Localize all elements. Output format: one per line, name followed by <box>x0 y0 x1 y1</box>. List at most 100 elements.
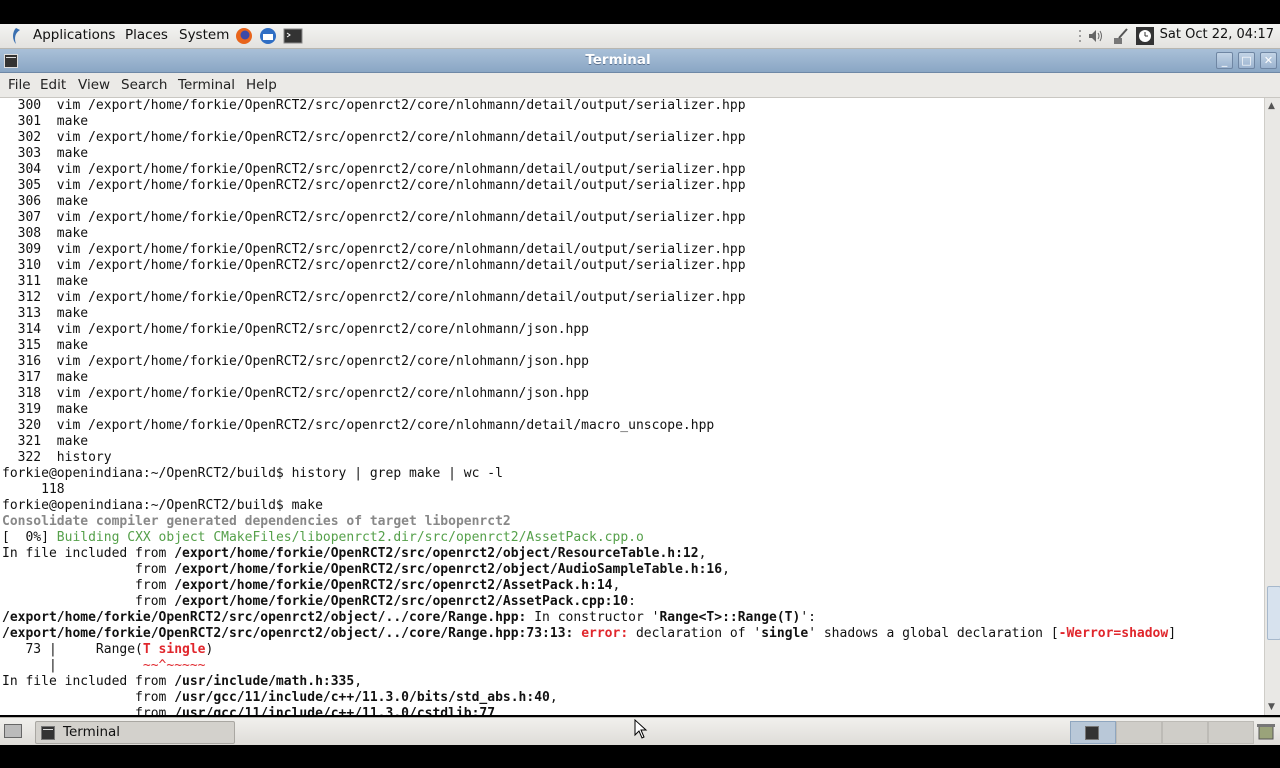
terminal-text-segment: 311 make <box>2 274 89 289</box>
terminal-text-segment: -Werror=shadow <box>1058 626 1169 641</box>
workspace-3[interactable] <box>1162 721 1208 744</box>
terminal-text-segment: 310 vim /export/home/forkie/OpenRCT2/src… <box>2 258 746 273</box>
network-icon[interactable] <box>1111 26 1131 46</box>
terminal-text-segment: [ 0%] <box>2 530 57 545</box>
terminal-line: 316 vim /export/home/forkie/OpenRCT2/src… <box>2 354 1176 370</box>
terminal-line: from /export/home/forkie/OpenRCT2/src/op… <box>2 594 1176 610</box>
terminal-text-segment: In file included from <box>2 546 175 561</box>
terminal-text-segment: ~~^~~~~~ <box>142 658 206 673</box>
menu-applications[interactable]: Applications <box>33 27 115 43</box>
terminal-line: forkie@openindiana:~/OpenRCT2/build$ mak… <box>2 498 1176 514</box>
terminal-line: 302 vim /export/home/forkie/OpenRCT2/src… <box>2 130 1176 146</box>
terminal-text-segment: declaration of ' <box>628 626 762 641</box>
volume-icon[interactable] <box>1086 26 1106 46</box>
terminal-output[interactable]: 300 vim /export/home/forkie/OpenRCT2/src… <box>0 98 1264 715</box>
terminal-line: 300 vim /export/home/forkie/OpenRCT2/src… <box>2 98 1176 114</box>
menu-search[interactable]: Search <box>121 77 167 93</box>
terminal-text-segment: 301 make <box>2 114 89 129</box>
terminal-text-segment: 300 vim /export/home/forkie/OpenRCT2/src… <box>2 98 746 113</box>
terminal-lines: 300 vim /export/home/forkie/OpenRCT2/src… <box>2 98 1176 715</box>
thunderbird-icon[interactable] <box>258 26 278 46</box>
terminal-text-segment: error: <box>581 626 629 641</box>
terminal-text-segment: 307 vim /export/home/forkie/OpenRCT2/src… <box>2 210 746 225</box>
workspace-1[interactable] <box>1070 721 1116 744</box>
mouse-cursor-icon <box>634 718 648 743</box>
terminal-line: 315 make <box>2 338 1176 354</box>
close-button[interactable]: ✕ <box>1260 52 1277 69</box>
workspace-2[interactable] <box>1116 721 1162 744</box>
terminal-text-segment: from <box>2 706 175 715</box>
terminal-launcher-icon[interactable] <box>283 26 303 46</box>
openindiana-logo-icon[interactable] <box>6 26 26 46</box>
workspace-window-icon <box>1085 725 1099 744</box>
show-desktop-icon[interactable] <box>4 723 22 743</box>
terminal-text-segment: 303 make <box>2 146 89 161</box>
terminal-menubar: File Edit View Search Terminal Help <box>0 73 1280 98</box>
terminal-text-segment: 305 vim /export/home/forkie/OpenRCT2/src… <box>2 178 746 193</box>
terminal-line: from /export/home/forkie/OpenRCT2/src/op… <box>2 578 1176 594</box>
terminal-text-segment: 315 make <box>2 338 89 353</box>
clock-applet-icon[interactable] <box>1135 26 1155 46</box>
terminal-text-segment: 322 history <box>2 450 112 465</box>
terminal-line: from /export/home/forkie/OpenRCT2/src/op… <box>2 562 1176 578</box>
terminal-line: 307 vim /export/home/forkie/OpenRCT2/src… <box>2 210 1176 226</box>
terminal-line: 305 vim /export/home/forkie/OpenRCT2/src… <box>2 178 1176 194</box>
terminal-text-segment: , <box>354 674 363 689</box>
terminal-line: [ 0%] Building CXX object CMakeFiles/lib… <box>2 530 1176 546</box>
terminal-text-segment: /export/home/forkie/OpenRCT2/src/openrct… <box>174 562 723 577</box>
menu-system[interactable]: System <box>179 27 229 43</box>
terminal-line: /export/home/forkie/OpenRCT2/src/openrct… <box>2 610 1176 626</box>
terminal-text-segment: In file included from <box>2 674 175 689</box>
terminal-text-segment: Building CXX object CMakeFiles/libopenrc… <box>56 530 644 545</box>
terminal-text-segment: from <box>2 690 175 705</box>
terminal-text-segment: 308 make <box>2 226 89 241</box>
terminal-line: 322 history <box>2 450 1176 466</box>
terminal-text-segment: , <box>698 546 707 561</box>
terminal-line: 311 make <box>2 274 1176 290</box>
menu-terminal[interactable]: Terminal <box>178 77 235 93</box>
taskbar-terminal-label: Terminal <box>63 724 121 740</box>
terminal-scrollbar[interactable]: ▲ ▼ <box>1264 98 1280 715</box>
terminal-text-segment: 320 vim /export/home/forkie/OpenRCT2/src… <box>2 418 715 433</box>
terminal-text-segment: | <box>2 658 143 673</box>
menu-help[interactable]: Help <box>246 77 277 93</box>
terminal-line: 303 make <box>2 146 1176 162</box>
terminal-line: from /usr/gcc/11/include/c++/11.3.0/cstd… <box>2 706 1176 715</box>
terminal-line: 118 <box>2 482 1176 498</box>
panel-clock[interactable]: Sat Oct 22, 04:17 <box>1160 27 1274 42</box>
workspace-4[interactable] <box>1208 721 1254 744</box>
scrollbar-thumb[interactable] <box>1267 586 1280 640</box>
terminal-text-segment: 304 vim /export/home/forkie/OpenRCT2/src… <box>2 162 746 177</box>
terminal-text-segment: In constructor ' <box>526 610 660 625</box>
terminal-line: | ~~^~~~~~ <box>2 658 1176 674</box>
terminal-line: Consolidate compiler generated dependenc… <box>2 514 1176 530</box>
minimize-button[interactable]: _ <box>1216 52 1233 69</box>
terminal-text-segment: 318 vim /export/home/forkie/OpenRCT2/src… <box>2 386 589 401</box>
terminal-text-segment: 73 | Range( <box>2 642 143 657</box>
terminal-line: In file included from /usr/include/math.… <box>2 674 1176 690</box>
terminal-line: In file included from /export/home/forki… <box>2 546 1176 562</box>
menu-places[interactable]: Places <box>125 27 168 43</box>
terminal-text-segment: 319 make <box>2 402 89 417</box>
terminal-text-segment: 302 vim /export/home/forkie/OpenRCT2/src… <box>2 130 746 145</box>
terminal-text-segment: /export/home/forkie/OpenRCT2/src/openrct… <box>174 594 629 609</box>
menu-edit[interactable]: Edit <box>40 77 66 93</box>
menu-file[interactable]: File <box>8 77 31 93</box>
scroll-up-arrow-icon[interactable]: ▲ <box>1268 101 1275 111</box>
terminal-text-segment: Consolidate compiler generated dependenc… <box>2 514 511 529</box>
firefox-icon[interactable] <box>234 26 254 46</box>
window-titlebar[interactable]: Terminal _ □ ✕ <box>0 49 1280 73</box>
menu-view[interactable]: View <box>78 77 110 93</box>
terminal-text-segment: ) <box>205 642 214 657</box>
trash-icon[interactable] <box>1256 722 1276 744</box>
terminal-text-segment: forkie@openindiana:~/OpenRCT2/build$ mak… <box>2 498 323 513</box>
terminal-text-segment: Range<T>::Range(T) <box>659 610 801 625</box>
terminal-line: 318 vim /export/home/forkie/OpenRCT2/src… <box>2 386 1176 402</box>
terminal-text-segment: 306 make <box>2 194 89 209</box>
maximize-button[interactable]: □ <box>1238 52 1255 69</box>
terminal-line: 73 | Range(T single) <box>2 642 1176 658</box>
taskbar-terminal-button[interactable]: Terminal <box>35 721 235 744</box>
terminal-text-segment: single <box>761 626 809 641</box>
scroll-down-arrow-icon[interactable]: ▼ <box>1268 702 1275 712</box>
terminal-text-segment: 317 make <box>2 370 89 385</box>
